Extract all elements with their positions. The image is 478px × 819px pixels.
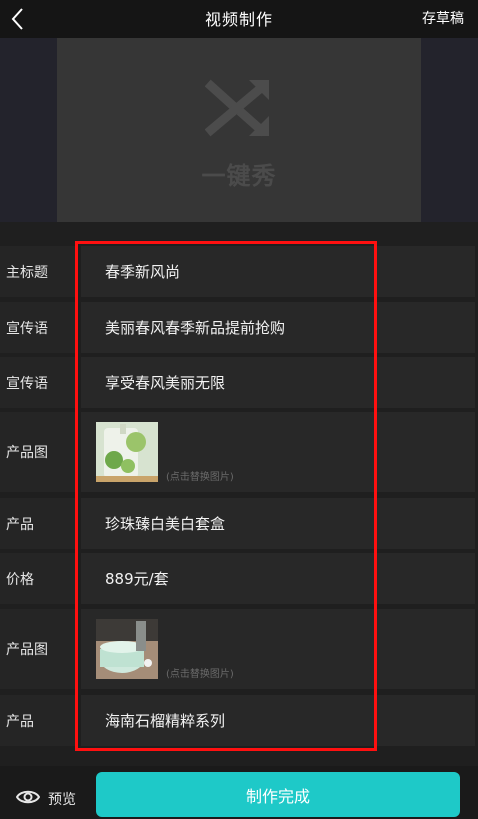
- product-image-1[interactable]: [96, 422, 158, 482]
- eye-icon[interactable]: [16, 787, 40, 807]
- row-label: 价格: [0, 553, 77, 604]
- top-bar: 视频制作 存草稿: [0, 0, 478, 38]
- slogan-input-2[interactable]: 享受春风美丽无限: [81, 357, 475, 408]
- main-title-input[interactable]: 春季新风尚: [81, 246, 475, 297]
- row-label: 主标题: [0, 246, 77, 297]
- form-row-product-1[interactable]: 产品 珍珠臻白美白套盒: [0, 498, 478, 549]
- form-row-price[interactable]: 价格 889元/套: [0, 553, 478, 604]
- logo-text: 一键秀: [201, 162, 277, 190]
- replace-image-hint: (点击替换图片): [166, 472, 234, 483]
- save-draft-button[interactable]: 存草稿: [422, 8, 464, 28]
- row-label: 产品: [0, 498, 77, 549]
- replace-image-hint: (点击替换图片): [166, 669, 234, 680]
- row-label: 产品图: [0, 609, 77, 689]
- form-row-product-2[interactable]: 产品 海南石榴精粹系列: [0, 695, 478, 746]
- form-row-slogan-1[interactable]: 宣传语 美丽春风春季新品提前抢购: [0, 302, 478, 353]
- row-label: 产品图: [0, 412, 77, 492]
- price-input[interactable]: 889元/套: [81, 553, 475, 604]
- row-label: 宣传语: [0, 357, 77, 408]
- form-row-main-title[interactable]: 主标题 春季新风尚: [0, 246, 478, 297]
- product-image-picker-1[interactable]: (点击替换图片): [81, 412, 475, 492]
- form-row-slogan-2[interactable]: 宣传语 享受春风美丽无限: [0, 357, 478, 408]
- form-row-product-image-2[interactable]: 产品图 (点击替换图片): [0, 609, 478, 689]
- product-input-2[interactable]: 海南石榴精粹系列: [81, 695, 475, 746]
- product-image-2[interactable]: [96, 619, 158, 679]
- row-label: 产品: [0, 695, 77, 746]
- shuffle-icon: [205, 79, 269, 137]
- finish-button[interactable]: 制作完成: [96, 772, 460, 817]
- product-image-picker-2[interactable]: (点击替换图片): [81, 609, 475, 689]
- row-label: 宣传语: [0, 302, 77, 353]
- product-input-1[interactable]: 珍珠臻白美白套盒: [81, 498, 475, 549]
- page-title: 视频制作: [204, 10, 273, 29]
- preview-button[interactable]: 预览: [48, 789, 76, 809]
- slogan-input-1[interactable]: 美丽春风春季新品提前抢购: [81, 302, 475, 353]
- form-row-product-image-1[interactable]: 产品图 (点击替换图片): [0, 412, 478, 492]
